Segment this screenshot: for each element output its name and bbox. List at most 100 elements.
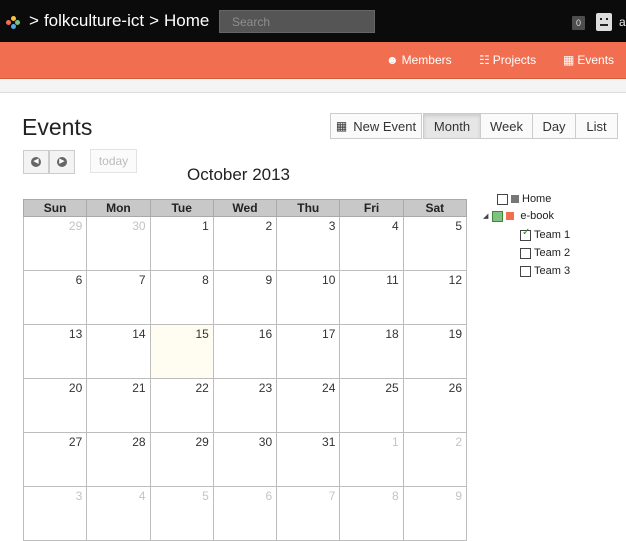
- color-swatch: [511, 195, 519, 203]
- color-swatch: [506, 212, 515, 220]
- calendar-day-cell[interactable]: 31: [276, 432, 341, 487]
- calendar-day-cell[interactable]: 12: [402, 270, 468, 325]
- top-bar: > folkculture-ict > Home Search 0 a: [0, 0, 626, 42]
- calendar-day-cell[interactable]: 7: [86, 270, 151, 325]
- weekday-header: Wed: [212, 199, 278, 217]
- next-month-button[interactable]: ▶: [49, 150, 75, 174]
- calendar-day-cell[interactable]: 18: [339, 324, 404, 379]
- view-week-button[interactable]: Week: [480, 113, 533, 139]
- checkbox[interactable]: [492, 210, 504, 222]
- calendar-day-cell[interactable]: 14: [86, 324, 151, 379]
- view-month-button[interactable]: Month: [423, 113, 481, 139]
- nav-events[interactable]: ▦ Events: [563, 53, 614, 67]
- calendar-day-cell[interactable]: 1: [149, 216, 214, 271]
- logo-icon[interactable]: [6, 16, 20, 30]
- calendar-day-cell[interactable]: 7: [276, 486, 341, 541]
- new-event-group: ▦ New Event: [330, 113, 422, 139]
- calendar-day-cell[interactable]: 6: [212, 486, 278, 541]
- search-input[interactable]: Search: [219, 10, 375, 33]
- calendar-item-team-3[interactable]: Team 3: [520, 265, 570, 277]
- calendar-week-row: 29 30 1 2 3 4 5: [22, 216, 468, 271]
- calendar-day-cell[interactable]: 8: [149, 270, 214, 325]
- calendar-day-cell[interactable]: 30: [86, 216, 151, 271]
- calendar-day-cell[interactable]: 23: [212, 378, 278, 433]
- breadcrumb-home[interactable]: Home: [164, 11, 209, 30]
- weekday-header: Thu: [276, 199, 341, 217]
- calendar-day-cell[interactable]: 3: [22, 486, 88, 541]
- calendar-day-cell[interactable]: 15: [149, 324, 214, 379]
- calendar-day-cell[interactable]: 21: [86, 378, 151, 433]
- notification-badge[interactable]: 0: [572, 16, 585, 30]
- new-event-label: New Event: [353, 118, 417, 134]
- weekday-header: Mon: [86, 199, 151, 217]
- project-navbar: ☻ Members ☷ Projects ▦ Events: [0, 42, 626, 79]
- calendar-day-cell[interactable]: 4: [86, 486, 151, 541]
- calendar-day-cell[interactable]: 24: [276, 378, 341, 433]
- calendar-day-cell[interactable]: 2: [402, 432, 468, 487]
- calendar-day-cell[interactable]: 29: [22, 216, 88, 271]
- calendar-day-cell[interactable]: 20: [22, 378, 88, 433]
- calendar-day-cell[interactable]: 13: [22, 324, 88, 379]
- page-title: Events: [22, 114, 93, 140]
- calendar-day-cell[interactable]: 17: [276, 324, 341, 379]
- calendar-item-label: Team 1: [534, 229, 571, 241]
- checkbox[interactable]: [497, 193, 508, 205]
- breadcrumb-workspace[interactable]: folkculture-ict: [44, 11, 144, 30]
- chevron-left-icon: ◀: [31, 157, 41, 167]
- calendar-day-cell[interactable]: 25: [339, 378, 404, 433]
- weekday-header: Sun: [22, 199, 88, 217]
- calendar-day-cell[interactable]: 16: [212, 324, 278, 379]
- expand-arrow-icon[interactable]: ◢: [483, 212, 488, 220]
- calendar-day-cell[interactable]: 2: [212, 216, 278, 271]
- weekday-header-row: Sun Mon Tue Wed Thu Fri Sat: [22, 199, 468, 217]
- checkbox[interactable]: ✓: [520, 227, 531, 241]
- calendar-day-cell[interactable]: 9: [402, 486, 468, 541]
- calendar-day-cell[interactable]: 30: [212, 432, 278, 487]
- calendar-day-cell[interactable]: 3: [276, 216, 341, 271]
- breadcrumb-separator: >: [29, 11, 39, 30]
- calendar-item-team-2[interactable]: Team 2: [520, 247, 570, 259]
- checkbox[interactable]: [520, 265, 531, 277]
- calendar-day-cell[interactable]: 8: [339, 486, 404, 541]
- calendar-day-cell[interactable]: 5: [402, 216, 468, 271]
- month-title: October 2013: [187, 165, 291, 184]
- calendar-day-cell[interactable]: 29: [149, 432, 214, 487]
- new-event-button[interactable]: ▦ New Event: [330, 113, 422, 139]
- calendar-day-cell[interactable]: 19: [402, 324, 468, 379]
- checkbox[interactable]: [520, 247, 531, 259]
- calendar-day-cell[interactable]: 26: [402, 378, 468, 433]
- calendar-item-label: Team 3: [534, 265, 571, 277]
- nav-projects[interactable]: ☷ Projects: [479, 53, 536, 67]
- calendar-day-cell[interactable]: 22: [149, 378, 214, 433]
- avatar[interactable]: [596, 13, 612, 31]
- breadcrumb-separator: >: [149, 11, 160, 30]
- today-button[interactable]: today: [90, 149, 137, 173]
- calendar-item-home[interactable]: Home: [497, 193, 551, 205]
- calendar-item-team-1[interactable]: ✓ Team 1: [520, 227, 571, 241]
- calendar-day-cell[interactable]: 11: [339, 270, 404, 325]
- calendar-week-row: 20 21 22 23 24 25 26: [22, 378, 468, 433]
- calendar-item-ebook[interactable]: ◢ e-book: [483, 210, 554, 222]
- calendar-day-cell[interactable]: 4: [339, 216, 404, 271]
- view-list-button[interactable]: List: [575, 113, 618, 139]
- user-name-cutoff[interactable]: a: [619, 15, 626, 29]
- calendar-day-cell[interactable]: 10: [276, 270, 341, 325]
- calendar-day-cell[interactable]: 27: [22, 432, 88, 487]
- calendar-icon: ▦: [335, 119, 348, 133]
- prev-month-button[interactable]: ◀: [23, 150, 49, 174]
- calendar-item-label: Home: [522, 193, 552, 205]
- nav-events-label: Events: [577, 53, 615, 67]
- sitemap-icon: ☷: [479, 53, 490, 67]
- calendar-day-cell[interactable]: 9: [212, 270, 278, 325]
- calendar-week-row: 27 28 29 30 31 1 2: [22, 432, 468, 487]
- nav-members[interactable]: ☻ Members: [386, 53, 452, 67]
- month-calendar: Sun Mon Tue Wed Thu Fri Sat 29 30 1 2 3 4 5 6 7 8…: [22, 199, 468, 541]
- calendar-item-label: Team 2: [534, 247, 571, 259]
- calendar-day-cell[interactable]: 5: [149, 486, 214, 541]
- calendar-day-cell[interactable]: 28: [86, 432, 151, 487]
- calendar-icon: ▦: [563, 53, 575, 67]
- chevron-right-icon: ▶: [57, 157, 67, 167]
- calendar-day-cell[interactable]: 1: [339, 432, 404, 487]
- calendar-day-cell[interactable]: 6: [22, 270, 88, 325]
- view-day-button[interactable]: Day: [532, 113, 576, 139]
